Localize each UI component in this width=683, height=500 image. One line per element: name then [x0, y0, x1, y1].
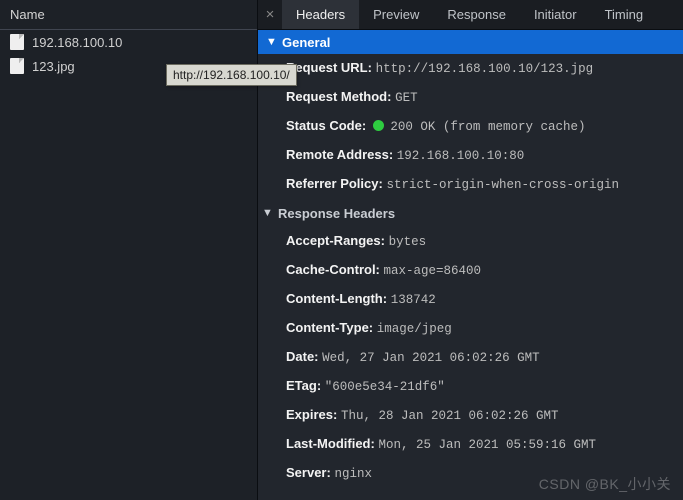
resp-content-length: Content-Length: 138742 [258, 285, 683, 314]
tab-initiator[interactable]: Initiator [520, 0, 591, 29]
file-icon [10, 34, 24, 50]
headers-content: ▼ General Request URL: http://192.168.10… [258, 30, 683, 500]
general-remote-address: Remote Address: 192.168.100.10:80 [258, 141, 683, 170]
header-value: 138742 [391, 293, 436, 307]
details-tabbar: × Headers Preview Response Initiator Tim… [258, 0, 683, 30]
file-icon [10, 58, 24, 74]
header-value: bytes [389, 235, 427, 249]
tab-preview[interactable]: Preview [359, 0, 433, 29]
tab-headers[interactable]: Headers [282, 0, 359, 29]
section-general[interactable]: ▼ General [258, 30, 683, 54]
header-key: Remote Address: [286, 147, 393, 162]
watermark: CSDN @BK_小小关 [539, 474, 671, 494]
tab-response[interactable]: Response [433, 0, 520, 29]
status-dot-icon [373, 120, 384, 131]
header-key: Status Code: [286, 118, 366, 133]
section-response-headers[interactable]: ▼ Response Headers [258, 199, 683, 227]
header-key: Cache-Control: [286, 262, 380, 277]
header-key: Date: [286, 349, 319, 364]
devtools-network-panel: Name 192.168.100.10 123.jpg × Headers Pr… [0, 0, 683, 500]
resp-content-type: Content-Type: image/jpeg [258, 314, 683, 343]
header-key: Content-Length: [286, 291, 387, 306]
header-value: 192.168.100.10:80 [397, 149, 525, 163]
header-value: Mon, 25 Jan 2021 05:59:16 GMT [378, 438, 596, 452]
resp-accept-ranges: Accept-Ranges: bytes [258, 227, 683, 256]
requests-list: 192.168.100.10 123.jpg [0, 30, 257, 500]
request-name: 123.jpg [32, 59, 75, 74]
chevron-down-icon: ▼ [266, 36, 278, 48]
header-value: Thu, 28 Jan 2021 06:02:26 GMT [341, 409, 559, 423]
header-key: Content-Type: [286, 320, 373, 335]
header-key: Request URL: [286, 60, 372, 75]
header-key: Referrer Policy: [286, 176, 383, 191]
header-key: Last-Modified: [286, 436, 375, 451]
header-value: Wed, 27 Jan 2021 06:02:26 GMT [322, 351, 540, 365]
header-value: max-age=86400 [384, 264, 482, 278]
general-status-code: Status Code: 200 OK (from memory cache) [258, 112, 683, 141]
header-value: GET [395, 91, 418, 105]
section-label: Response Headers [278, 206, 395, 221]
url-tooltip: http://192.168.100.10/ [166, 64, 297, 86]
resp-expires: Expires: Thu, 28 Jan 2021 06:02:26 GMT [258, 401, 683, 430]
close-icon[interactable]: × [258, 0, 282, 29]
header-key: Accept-Ranges: [286, 233, 385, 248]
column-header-name[interactable]: Name [0, 0, 257, 30]
resp-date: Date: Wed, 27 Jan 2021 06:02:26 GMT [258, 343, 683, 372]
header-key: Expires: [286, 407, 337, 422]
header-value: nginx [334, 467, 372, 481]
resp-last-modified: Last-Modified: Mon, 25 Jan 2021 05:59:16… [258, 430, 683, 459]
chevron-down-icon: ▼ [262, 207, 274, 219]
header-key: Request Method: [286, 89, 391, 104]
resp-cache-control: Cache-Control: max-age=86400 [258, 256, 683, 285]
header-value: http://192.168.100.10/123.jpg [376, 62, 594, 76]
general-request-method: Request Method: GET [258, 83, 683, 112]
header-value: "600e5e34-21df6" [325, 380, 445, 394]
section-label: General [282, 35, 330, 50]
details-panel: × Headers Preview Response Initiator Tim… [258, 0, 683, 500]
header-value: image/jpeg [377, 322, 452, 336]
resp-etag: ETag: "600e5e34-21df6" [258, 372, 683, 401]
header-key: Server: [286, 465, 331, 480]
header-key: ETag: [286, 378, 321, 393]
general-referrer-policy: Referrer Policy: strict-origin-when-cros… [258, 170, 683, 199]
header-value: 200 OK (from memory cache) [390, 120, 585, 134]
request-name: 192.168.100.10 [32, 35, 122, 50]
general-request-url: Request URL: http://192.168.100.10/123.j… [258, 54, 683, 83]
tab-timing[interactable]: Timing [591, 0, 658, 29]
request-row[interactable]: 192.168.100.10 [0, 30, 257, 54]
header-value: strict-origin-when-cross-origin [386, 178, 619, 192]
